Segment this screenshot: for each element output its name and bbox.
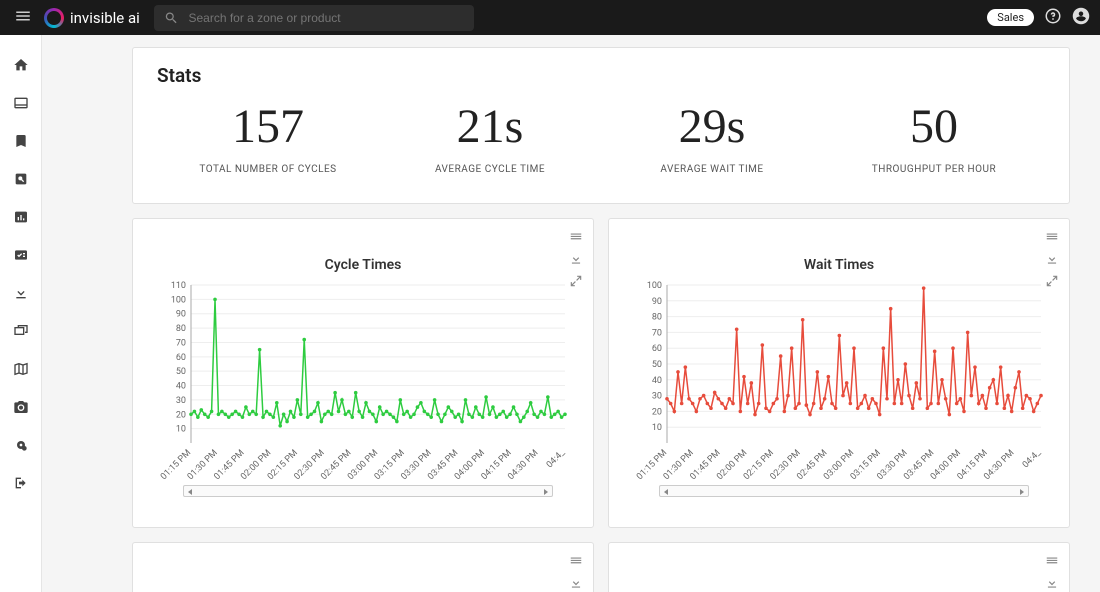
chart-title: Cycle Times (143, 257, 583, 273)
chart-card: Cycle Times 102030405060708090100110 01:… (132, 218, 594, 528)
stat-value: 157 (157, 101, 379, 154)
svg-text:90: 90 (652, 297, 662, 307)
svg-text:30: 30 (176, 396, 186, 406)
chart-title: Wait Times (619, 257, 1059, 273)
svg-text:40: 40 (652, 376, 662, 386)
stat-label: AVERAGE CYCLE TIME (379, 164, 601, 175)
chart-scrollbar[interactable] (183, 485, 553, 497)
chart-plot: 102030405060708090100110 01:15 PM01:30 P… (143, 279, 583, 479)
svg-text:80: 80 (652, 312, 662, 322)
svg-text:20: 20 (176, 410, 186, 420)
help-icon[interactable] (1044, 7, 1062, 29)
svg-text:70: 70 (176, 338, 186, 348)
chart-download-icon[interactable] (1045, 575, 1059, 589)
search-icon (164, 10, 179, 26)
map-icon[interactable] (11, 359, 31, 379)
svg-text:100: 100 (171, 295, 186, 305)
chart-download-icon[interactable] (569, 251, 583, 265)
brand-logo[interactable]: invisible ai (44, 8, 140, 28)
svg-text:70: 70 (652, 328, 662, 338)
home-icon[interactable] (11, 55, 31, 75)
analytics-icon[interactable] (11, 207, 31, 227)
brand-text: invisible ai (70, 9, 140, 27)
stat-label: THROUGHPUT PER HOUR (823, 164, 1045, 175)
svg-text:20: 20 (652, 407, 662, 417)
stat-item: 157 TOTAL NUMBER OF CYCLES (157, 101, 379, 175)
svg-text:110: 110 (171, 281, 186, 291)
stats-card: Stats 157 TOTAL NUMBER OF CYCLES21s AVER… (132, 47, 1070, 204)
chart-menu-icon[interactable] (1045, 229, 1059, 243)
chart-download-icon[interactable] (1045, 251, 1059, 265)
checklist-icon[interactable] (11, 245, 31, 265)
exit-icon[interactable] (11, 473, 31, 493)
chart-menu-icon[interactable] (569, 553, 583, 567)
svg-text:30: 30 (652, 391, 662, 401)
logo-ring-icon (44, 8, 64, 28)
chart-scrollbar[interactable] (659, 485, 1029, 497)
chart-card: Wait Times 102030405060708090100 01:15 P… (608, 218, 1070, 528)
svg-text:04:4_: 04:4_ (545, 447, 568, 470)
stat-item: 29s AVERAGE WAIT TIME (601, 101, 823, 175)
settings-gear-icon[interactable] (11, 435, 31, 455)
download-icon[interactable] (11, 283, 31, 303)
svg-text:60: 60 (176, 353, 186, 363)
stat-label: TOTAL NUMBER OF CYCLES (157, 164, 379, 175)
panel-icon[interactable] (11, 93, 31, 113)
stat-item: 50 THROUGHPUT PER HOUR (823, 101, 1045, 175)
sales-badge[interactable]: Sales (987, 9, 1034, 26)
search-box[interactable] (154, 5, 474, 31)
svg-text:04:4_: 04:4_ (1021, 447, 1044, 470)
svg-text:04:30 PM: 04:30 PM (982, 448, 1016, 479)
svg-text:80: 80 (176, 324, 186, 334)
chart-expand-icon[interactable] (1045, 273, 1059, 287)
hamburger-menu-icon[interactable] (10, 3, 36, 33)
layers-icon[interactable] (11, 321, 31, 341)
stat-value: 50 (823, 101, 1045, 154)
sidebar (0, 35, 42, 592)
page-search-icon[interactable] (11, 169, 31, 189)
main-content: Stats 157 TOTAL NUMBER OF CYCLES21s AVER… (42, 35, 1100, 592)
stat-label: AVERAGE WAIT TIME (601, 164, 823, 175)
search-input[interactable] (188, 11, 463, 25)
stat-item: 21s AVERAGE CYCLE TIME (379, 101, 601, 175)
chart-expand-icon[interactable] (569, 273, 583, 287)
chart-card-placeholder (132, 542, 594, 592)
svg-text:10: 10 (176, 424, 186, 434)
bookmark-icon[interactable] (11, 131, 31, 151)
svg-text:50: 50 (652, 360, 662, 370)
svg-text:40: 40 (176, 381, 186, 391)
svg-text:50: 50 (176, 367, 186, 377)
stats-title: Stats (157, 64, 1045, 87)
svg-text:100: 100 (647, 281, 662, 291)
svg-text:04:30 PM: 04:30 PM (506, 448, 540, 479)
app-header: invisible ai Sales (0, 0, 1100, 35)
chart-menu-icon[interactable] (1045, 553, 1059, 567)
chart-download-icon[interactable] (569, 575, 583, 589)
stat-value: 21s (379, 101, 601, 154)
camera-icon[interactable] (11, 397, 31, 417)
user-avatar[interactable] (1072, 7, 1090, 29)
svg-text:90: 90 (176, 310, 186, 320)
svg-text:10: 10 (652, 423, 662, 433)
stat-value: 29s (601, 101, 823, 154)
chart-plot: 102030405060708090100 01:15 PM01:30 PM01… (619, 279, 1059, 479)
chart-card-placeholder (608, 542, 1070, 592)
svg-text:60: 60 (652, 344, 662, 354)
chart-menu-icon[interactable] (569, 229, 583, 243)
